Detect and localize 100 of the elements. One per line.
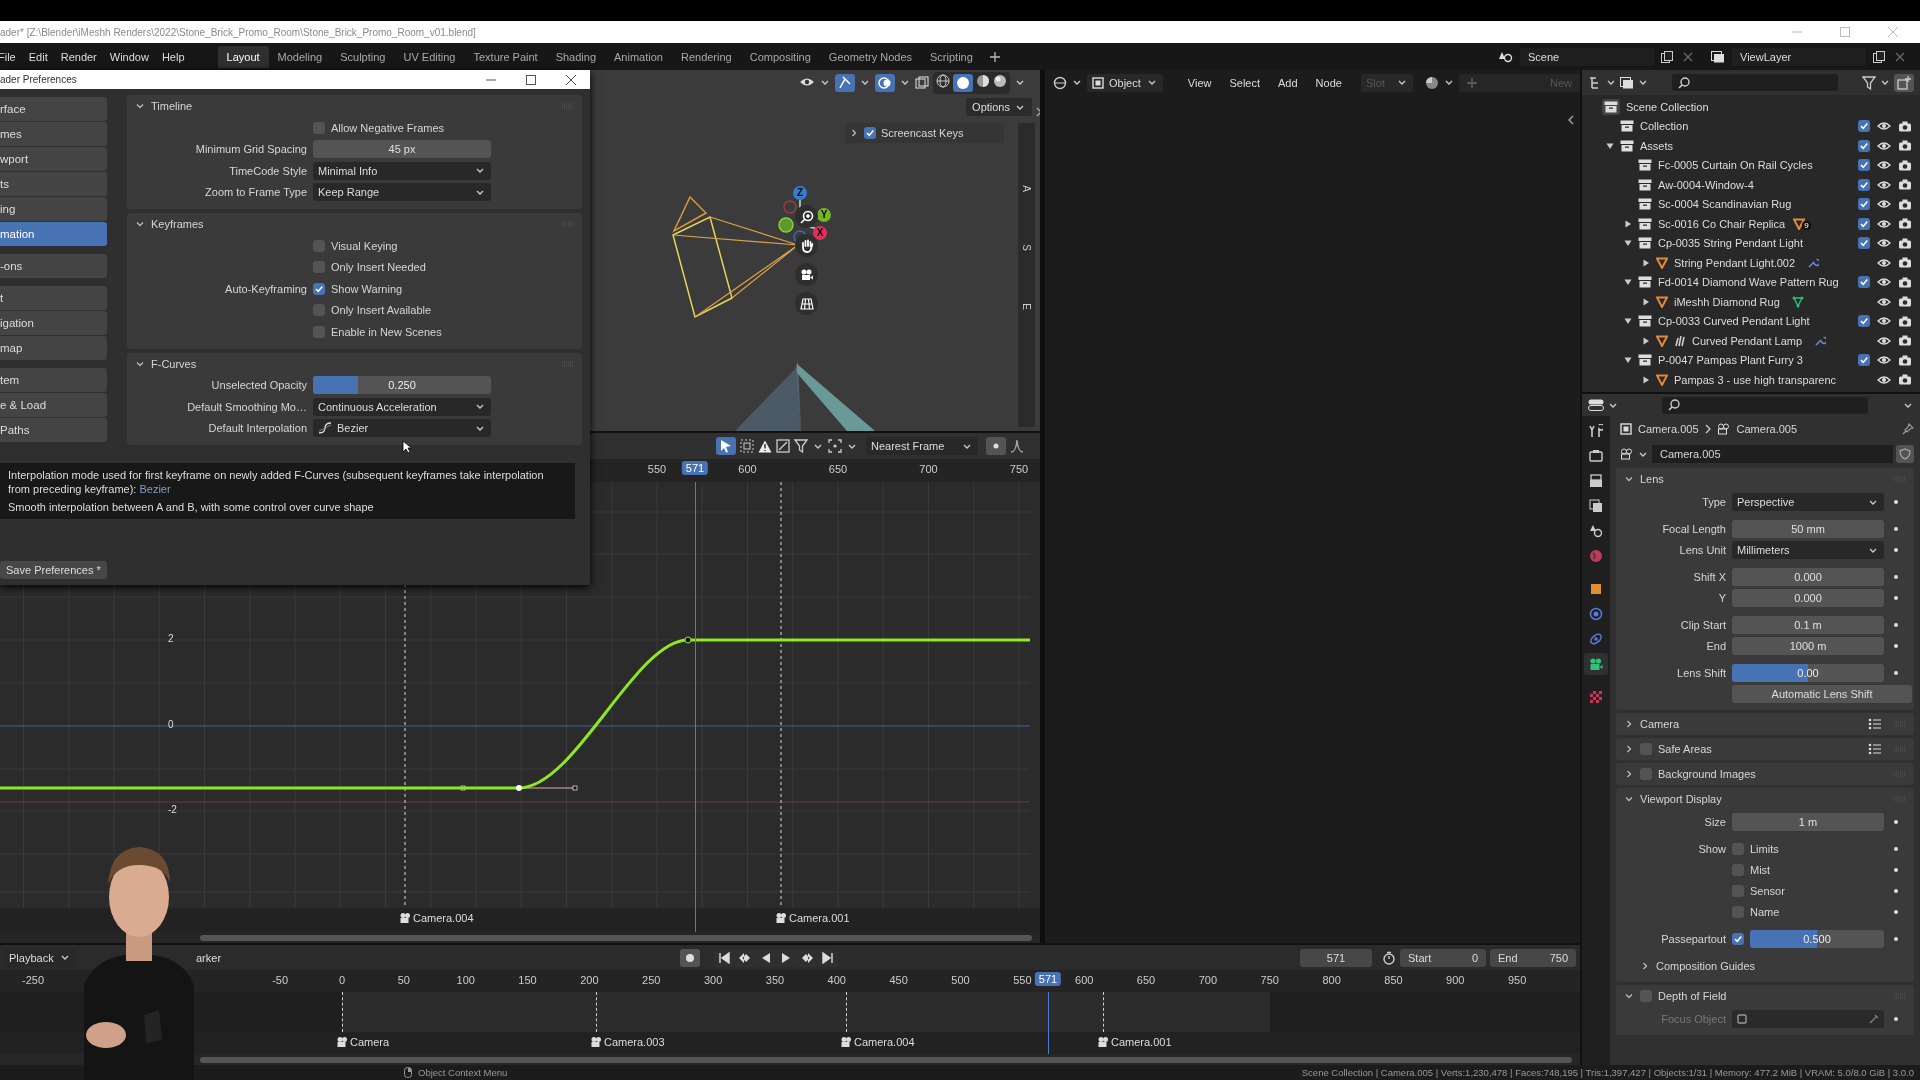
- marker-camera-icon[interactable]: [775, 912, 787, 924]
- xray-icon[interactable]: [915, 75, 929, 90]
- workspace-tab[interactable]: Animation: [605, 45, 672, 68]
- eye-icon[interactable]: [1877, 179, 1891, 190]
- section-header[interactable]: Keyframes: [127, 213, 582, 235]
- dropdown[interactable]: Keep Range: [313, 183, 491, 202]
- chevron-icon[interactable]: [1624, 719, 1634, 729]
- preferences-category[interactable]: igation: [0, 311, 107, 335]
- workspace-tab[interactable]: Scripting: [921, 45, 982, 68]
- preferences-category[interactable]: map: [0, 336, 107, 360]
- expand-arrow-icon[interactable]: [1624, 278, 1632, 287]
- eye-icon[interactable]: [1877, 218, 1891, 229]
- keyframe-dot-icon[interactable]: [1894, 500, 1898, 504]
- outliner-item[interactable]: Aw-0004-Window-4: [1658, 178, 1754, 191]
- preferences-category[interactable]: t: [0, 286, 107, 310]
- chevron-icon[interactable]: [1568, 115, 1574, 125]
- workspace-tab[interactable]: UV Editing: [394, 45, 465, 68]
- outliner-item[interactable]: P-0047 Pampas Plant Furry 3: [1658, 354, 1803, 367]
- workspace-tab[interactable]: Modeling: [268, 45, 332, 68]
- menu-item[interactable]: Select: [1222, 76, 1268, 89]
- dropdown[interactable]: Perspective: [1732, 493, 1884, 511]
- preferences-category[interactable]: wport: [0, 147, 107, 171]
- camera-icon[interactable]: [1898, 179, 1912, 191]
- checkbox[interactable]: [1732, 885, 1744, 897]
- marker-camera-icon[interactable]: [336, 1036, 348, 1048]
- filter-icon[interactable]: [1862, 75, 1876, 90]
- play-reverse-icon[interactable]: [760, 951, 772, 964]
- workspace-tab[interactable]: Compositing: [740, 45, 820, 68]
- camera-icon[interactable]: [1898, 315, 1912, 327]
- chevron-icon[interactable]: [135, 101, 145, 111]
- list-icon[interactable]: [1868, 743, 1882, 755]
- box-select-icon[interactable]: [740, 439, 754, 453]
- dropdown[interactable]: Continuous Acceleration: [313, 397, 491, 416]
- slider[interactable]: 0.00: [1732, 664, 1884, 682]
- keyframe-point[interactable]: [516, 785, 522, 791]
- eye-icon[interactable]: [1877, 140, 1891, 151]
- camera-icon[interactable]: [1898, 159, 1912, 171]
- workspace-tab[interactable]: Layout: [217, 45, 269, 68]
- hand-icon[interactable]: [795, 234, 818, 257]
- number-field[interactable]: 0.000: [1732, 568, 1884, 586]
- menu-item[interactable]: Window: [105, 50, 158, 63]
- keyframe-dot-icon[interactable]: [1894, 596, 1898, 600]
- workspace-tab[interactable]: Geometry Nodes: [819, 45, 921, 68]
- maximize-icon[interactable]: [526, 74, 536, 85]
- datablock-name-field[interactable]: Camera.005: [1652, 445, 1893, 463]
- marker-camera-icon[interactable]: [399, 912, 411, 924]
- checkbox[interactable]: [1858, 217, 1870, 230]
- scene-icon[interactable]: [1499, 50, 1513, 63]
- checkbox[interactable]: [313, 282, 325, 295]
- playback-dropdown[interactable]: Playback: [4, 948, 76, 967]
- checkbox[interactable]: [313, 239, 325, 252]
- solid-shading-toggle[interactable]: [953, 73, 973, 92]
- checkbox[interactable]: [1732, 906, 1744, 918]
- marker-camera-icon[interactable]: [1097, 1036, 1109, 1048]
- shaded-sphere-icon[interactable]: [993, 73, 1007, 88]
- outliner-item[interactable]: Pampas 3 - use high transparenc: [1674, 373, 1837, 386]
- gizmo-toggle[interactable]: [835, 73, 855, 92]
- object-field[interactable]: [1732, 1010, 1884, 1028]
- preferences-category[interactable]: -ons: [0, 254, 107, 278]
- preferences-category[interactable]: rface: [0, 97, 107, 121]
- workspace-tab[interactable]: Sculpting: [331, 45, 395, 68]
- jump-end-icon[interactable]: [822, 951, 834, 964]
- half-sphere-icon[interactable]: [976, 73, 990, 88]
- start-frame-field[interactable]: Start 0: [1400, 948, 1486, 967]
- outliner-item[interactable]: Fc-0005 Curtain On Rail Cycles: [1658, 159, 1813, 172]
- keyframe-point[interactable]: [684, 636, 692, 644]
- preferences-category[interactable]: ing: [0, 197, 107, 221]
- outliner-item[interactable]: iMeshh Diamond Rug: [1674, 295, 1780, 308]
- fake-user-toggle[interactable]: [1896, 445, 1914, 463]
- next-keyframe-icon[interactable]: [800, 951, 814, 964]
- select-tool[interactable]: [716, 437, 736, 455]
- dropdown[interactable]: Bezier: [313, 419, 491, 438]
- checkbox[interactable]: [864, 127, 876, 139]
- outliner-item[interactable]: Assets: [1640, 139, 1673, 152]
- keyframe-dot-icon[interactable]: [1894, 1017, 1898, 1021]
- panel-header[interactable]: Lens: [1616, 468, 1914, 490]
- panel-header[interactable]: Depth of Field: [1616, 985, 1914, 1007]
- checkbox[interactable]: [1858, 237, 1870, 250]
- keyframe-dot-icon[interactable]: [1894, 910, 1898, 914]
- checkbox[interactable]: [1858, 276, 1870, 289]
- jump-start-icon[interactable]: [718, 951, 730, 964]
- editor-type-icon[interactable]: [1053, 75, 1067, 90]
- panel-header[interactable]: Background Images: [1616, 763, 1914, 785]
- outliner-item[interactable]: Sc-0016 Co Chair Replica: [1658, 217, 1786, 230]
- menu-item[interactable]: View: [1180, 76, 1219, 89]
- snap-icon[interactable]: [828, 439, 842, 453]
- stopwatch-icon[interactable]: [1382, 950, 1396, 965]
- checkbox[interactable]: [1640, 768, 1652, 780]
- scrollbar[interactable]: [200, 1057, 1572, 1063]
- eye-icon[interactable]: [1877, 238, 1891, 249]
- current-frame-indicator[interactable]: 571: [681, 461, 709, 475]
- keyframe-dot-icon[interactable]: [1894, 937, 1898, 941]
- list-icon[interactable]: [1868, 718, 1882, 730]
- checkbox[interactable]: [1858, 315, 1870, 328]
- eye-icon[interactable]: [1877, 296, 1891, 307]
- eye-icon[interactable]: [1877, 316, 1891, 327]
- movie-camera-icon[interactable]: [795, 263, 818, 286]
- close-icon[interactable]: [566, 74, 576, 85]
- mode-dropdown[interactable]: Object: [1087, 73, 1163, 92]
- number-field[interactable]: 50 mm: [1732, 520, 1884, 538]
